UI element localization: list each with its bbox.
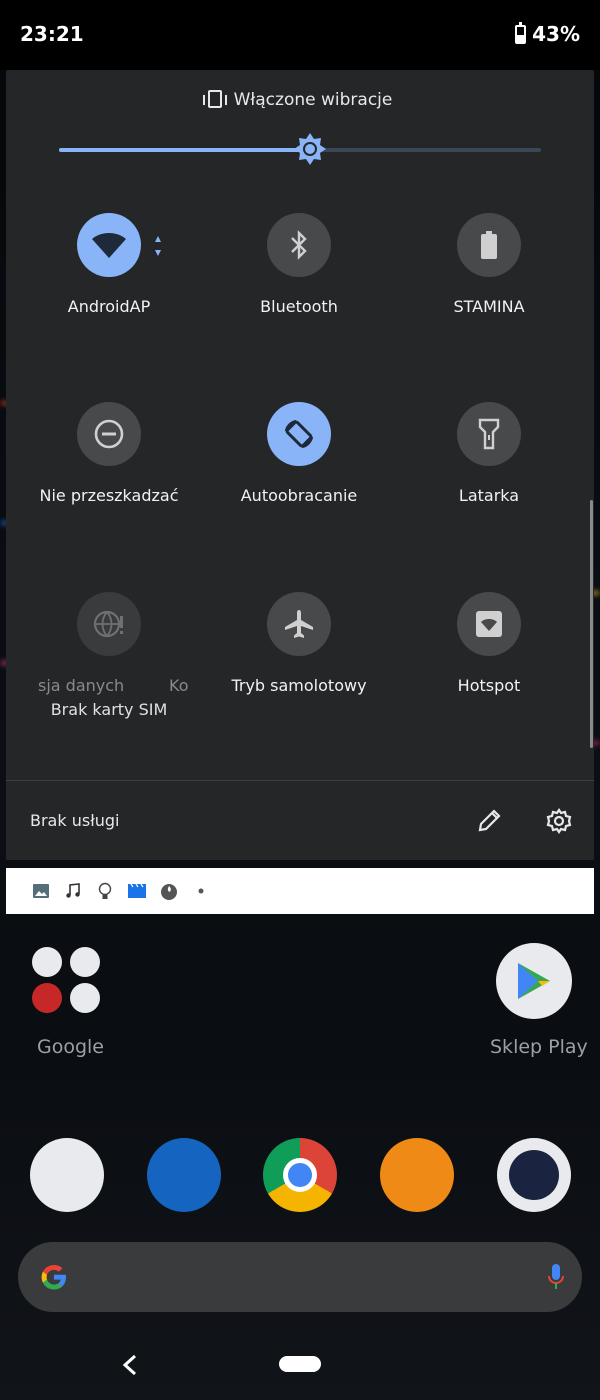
vibrate-icon [202, 90, 227, 108]
tile-label: Hotspot [457, 676, 521, 695]
flame-icon [160, 882, 178, 900]
tile-label: Autoobracanie [240, 486, 358, 505]
back-icon[interactable] [120, 1354, 140, 1376]
airplane-icon[interactable] [267, 592, 331, 656]
tile-label: Bluetooth [260, 297, 338, 316]
clapper-icon [128, 882, 146, 900]
battery-icon [515, 21, 527, 44]
photo-icon [32, 882, 50, 900]
gallery-app-icon[interactable] [380, 1138, 454, 1212]
tile-flashlight[interactable]: Latarka [394, 402, 584, 505]
edit-pencil-icon[interactable] [474, 806, 504, 836]
tile-auto-rotate[interactable]: Autoobracanie [204, 402, 394, 505]
mobile-data-icon[interactable] [77, 592, 141, 656]
folder-label: Google [37, 1036, 105, 1058]
google-search-bar[interactable] [18, 1242, 582, 1312]
qs-scrollbar[interactable] [590, 500, 593, 748]
phone-app-icon[interactable] [30, 1138, 104, 1212]
tile-label: Latarka [458, 486, 520, 505]
qs-divider [6, 780, 594, 781]
tile-label-clipped: Ko [169, 676, 189, 695]
music-icon [64, 882, 82, 900]
drive-mini-icon [70, 983, 100, 1013]
google-g-icon [41, 1264, 66, 1290]
chrome-mini-icon [70, 947, 100, 977]
bluetooth-icon[interactable] [267, 213, 331, 277]
tile-hotspot[interactable]: Hotspot [394, 592, 584, 695]
brightness-thumb-icon[interactable] [293, 132, 327, 166]
notification-strip[interactable] [6, 868, 594, 914]
do-not-disturb-icon[interactable] [77, 402, 141, 466]
google-mini-icon [32, 947, 62, 977]
mic-icon[interactable] [546, 1262, 566, 1292]
battery-percent: 43% [532, 22, 580, 46]
dot-icon [192, 882, 210, 900]
battery-saver-icon[interactable] [457, 213, 521, 277]
camera-app-icon[interactable] [497, 1138, 571, 1212]
hotspot-icon[interactable] [457, 592, 521, 656]
chrome-app-icon[interactable] [263, 1138, 337, 1212]
tile-sublabel: Brak karty SIM [50, 700, 168, 719]
tile-label: STAMINA [453, 297, 525, 316]
tile-stamina[interactable]: STAMINA [394, 213, 584, 316]
home-button[interactable] [279, 1356, 321, 1372]
wifi-activity-arrows-icon [155, 236, 161, 256]
tile-wifi[interactable]: AndroidAP [14, 213, 204, 316]
battery-indicator: 43% [515, 21, 580, 46]
service-status: Brak usługi [30, 811, 120, 830]
brightness-slider[interactable] [59, 133, 541, 165]
google-folder[interactable] [30, 945, 104, 1019]
auto-rotate-icon[interactable] [267, 402, 331, 466]
sound-mode-label: Włączone wibracje [233, 90, 393, 110]
tile-bluetooth[interactable]: Bluetooth [204, 213, 394, 316]
messages-app-icon[interactable] [147, 1138, 221, 1212]
flashlight-icon[interactable] [457, 402, 521, 466]
tile-airplane-mode[interactable]: Tryb samolotowy [204, 592, 394, 695]
quick-settings-panel: Włączone wibracje AndroidAP Bluetooth ST… [6, 70, 594, 860]
bulb-icon [96, 882, 114, 900]
tile-do-not-disturb[interactable]: Nie przeszkadzać [14, 402, 204, 505]
sound-mode-row[interactable]: Włączone wibracje [6, 90, 594, 110]
tile-label: Tryb samolotowy [231, 676, 367, 695]
tile-label: sja danych [38, 676, 125, 695]
clock: 23:21 [20, 22, 84, 46]
brightness-slider-fill [59, 148, 310, 152]
youtube-mini-icon [32, 983, 62, 1013]
wifi-icon[interactable] [77, 213, 141, 277]
tile-mobile-data[interactable]: sja danych Ko Brak karty SIM [14, 592, 204, 719]
tile-label: AndroidAP [67, 297, 151, 316]
play-store-label: Sklep Play [490, 1036, 588, 1058]
status-bar: 23:21 43% [0, 0, 600, 70]
settings-gear-icon[interactable] [544, 806, 574, 836]
play-store-icon[interactable] [496, 943, 572, 1019]
tile-label: Nie przeszkadzać [39, 486, 179, 505]
